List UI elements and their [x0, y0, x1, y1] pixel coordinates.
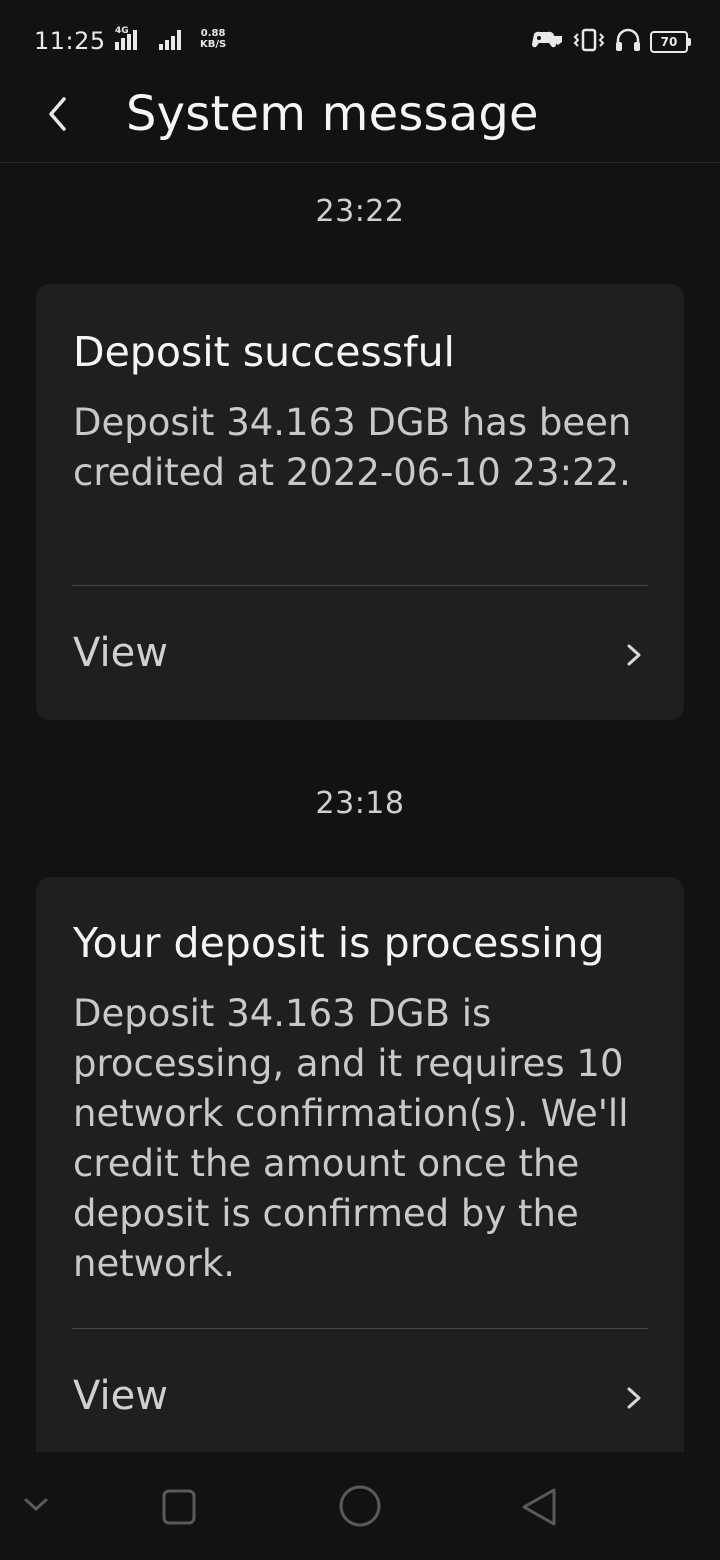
nav-back-button[interactable]: [518, 1486, 560, 1532]
triangle-back-icon: [522, 1488, 556, 1526]
view-label: View: [73, 630, 168, 676]
headphones-icon: [614, 26, 642, 58]
card-divider: [72, 585, 648, 586]
nav-hide-button[interactable]: [22, 1496, 50, 1518]
chevron-right-icon: [627, 644, 641, 666]
game-mode-icon: [530, 28, 564, 56]
view-button[interactable]: View: [36, 604, 684, 704]
network-speed-unit: KB/S: [200, 39, 227, 50]
message-body: Deposit 34.163 DGB is processing, and it…: [73, 992, 629, 1285]
chevron-down-icon: [24, 1498, 48, 1512]
chevron-right-icon: [627, 1387, 641, 1409]
status-time: 11:25: [34, 27, 106, 55]
square-recents-icon: [162, 1489, 196, 1525]
battery-icon: 70: [650, 31, 691, 53]
message-card: Deposit successful Deposit 34.163 DGB ha…: [36, 284, 684, 720]
network-speed-value: 0.88: [200, 28, 226, 39]
message-card: Your deposit is processing Deposit 34.16…: [36, 877, 684, 1452]
page-title: System message: [126, 86, 539, 142]
app-header: System message: [0, 80, 720, 163]
status-bar: 11:25 4G 0.88 KB/S 70: [0, 0, 720, 80]
circle-home-icon: [339, 1485, 381, 1527]
nav-recents-button[interactable]: [160, 1487, 200, 1531]
vibrate-icon: [572, 27, 606, 57]
message-timestamp: 23:22: [315, 194, 405, 229]
message-title: Deposit successful: [73, 328, 455, 376]
message-body: Deposit 34.163 DGB has been credited at …: [73, 401, 632, 494]
message-timestamp: 23:18: [315, 786, 405, 821]
status-icons: 70: [530, 26, 691, 58]
back-button[interactable]: [38, 92, 78, 136]
battery-level: 70: [660, 35, 678, 49]
view-label: View: [73, 1373, 168, 1419]
view-button[interactable]: View: [36, 1347, 684, 1447]
message-title: Your deposit is processing: [73, 919, 605, 967]
network-speed: 0.88 KB/S: [200, 28, 226, 50]
chevron-left-icon: [49, 97, 66, 131]
card-divider: [72, 1328, 648, 1329]
cellular-signal-icon: 4G: [115, 26, 191, 52]
system-nav-bar: [0, 1452, 720, 1560]
nav-home-button[interactable]: [338, 1484, 382, 1532]
